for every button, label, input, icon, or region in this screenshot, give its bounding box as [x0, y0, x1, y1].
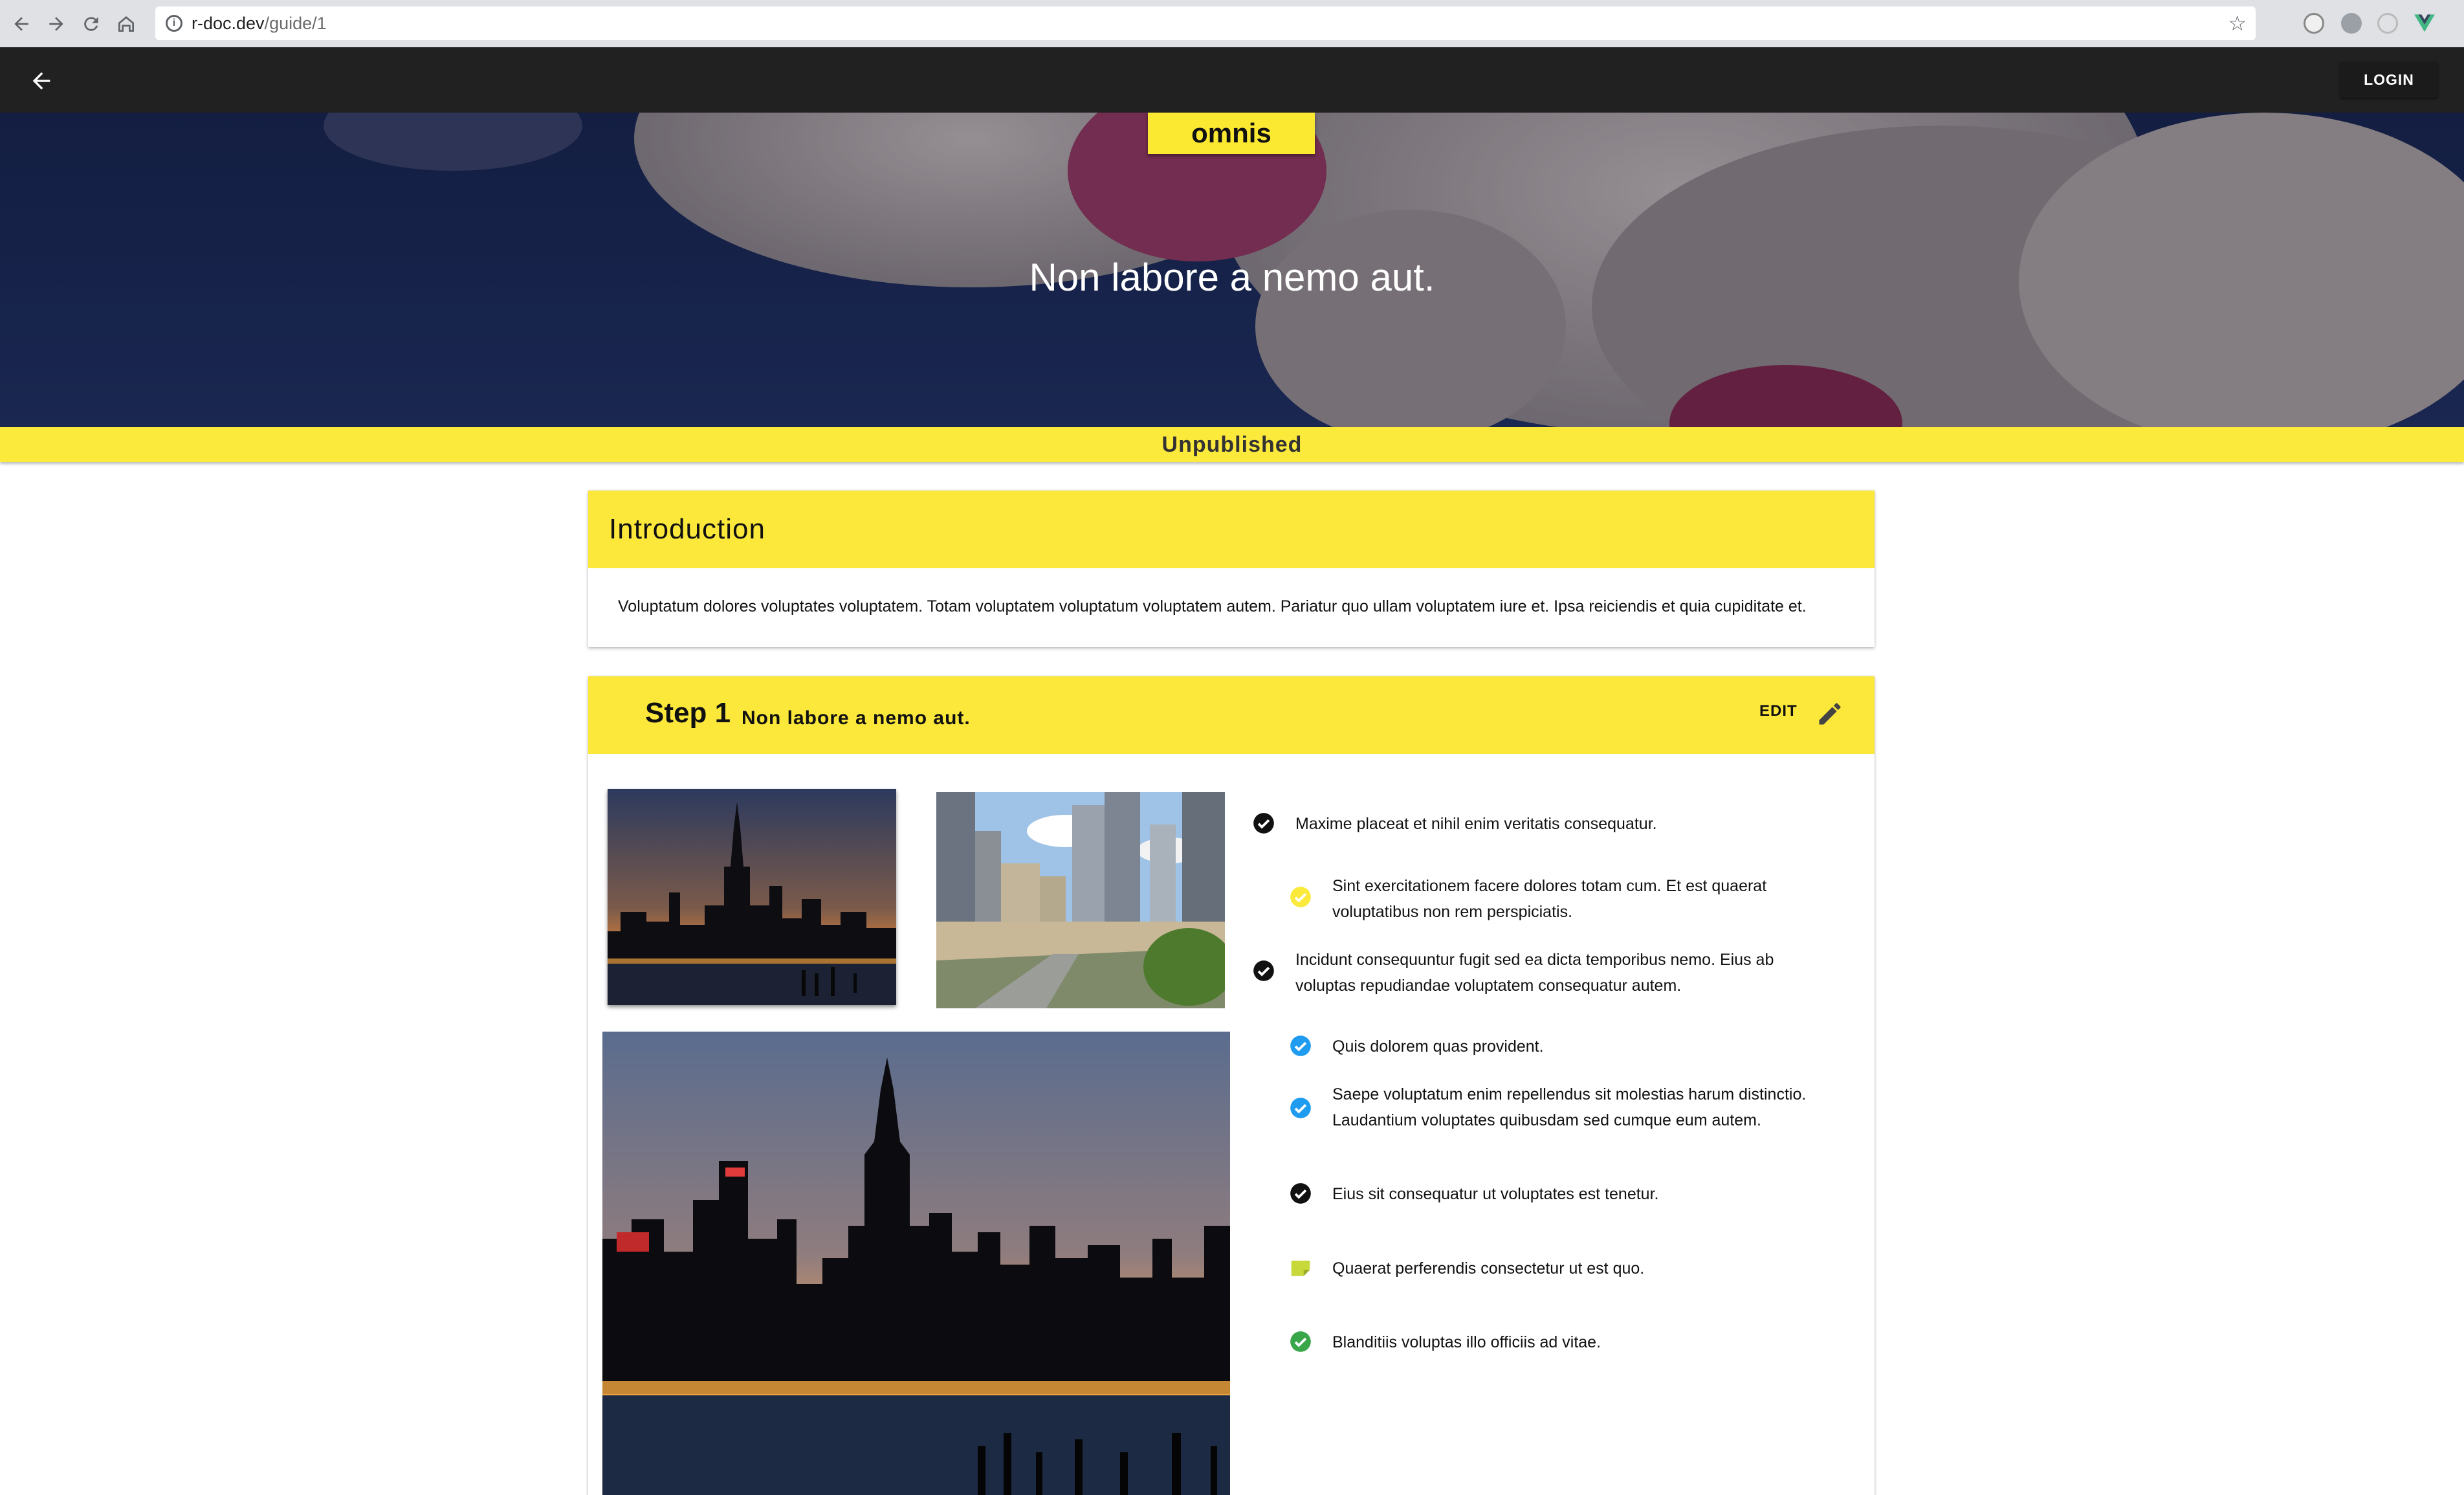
- check-circle-icon: [1290, 1183, 1311, 1204]
- browser-reload-icon[interactable]: [78, 10, 105, 38]
- step-card: Step 1 Non labore a nemo aut. EDIT Maxim…: [588, 676, 1875, 1495]
- list-item-text: Sint exercitationem facere dolores totam…: [1332, 877, 1767, 921]
- step-image-day-city[interactable]: [936, 792, 1225, 1008]
- extension-icon[interactable]: [2304, 13, 2324, 34]
- pencil-icon[interactable]: [1816, 700, 1844, 728]
- check-circle-icon: [1290, 1035, 1311, 1056]
- address-bar[interactable]: i r-doc.dev/guide/1 ☆: [155, 6, 2256, 40]
- list-item: Incidunt consequuntur fugit sed ea dicta…: [1251, 947, 1814, 999]
- list-item-text: Saepe voluptatum enim repellendus sit mo…: [1332, 1085, 1807, 1129]
- drive-extension-icon[interactable]: [2341, 13, 2362, 34]
- check-circle-icon: [1253, 960, 1274, 981]
- edit-button[interactable]: EDIT: [1759, 702, 1798, 720]
- introduction-header: Introduction: [588, 491, 1875, 568]
- list-item-text: Quaerat perferendis consectetur ut est q…: [1332, 1259, 1645, 1278]
- check-circle-icon: [1290, 887, 1311, 907]
- list-item-text: Eius sit consequatur ut voluptates est t…: [1332, 1185, 1659, 1203]
- list-item: Sint exercitationem facere dolores totam…: [1288, 873, 1819, 925]
- introduction-title: Introduction: [609, 513, 765, 545]
- list-item: Eius sit consequatur ut voluptates est t…: [1288, 1181, 1819, 1207]
- extension-icon[interactable]: [2377, 13, 2398, 34]
- browser-home-icon[interactable]: [113, 10, 140, 38]
- step-image-night-skyline[interactable]: [608, 789, 896, 1005]
- list-item-text: Maxime placeat et nihil enim veritatis c…: [1295, 815, 1657, 833]
- list-item: Quis dolorem quas provident.: [1288, 1034, 1819, 1059]
- list-item-text: Quis dolorem quas provident.: [1332, 1037, 1544, 1056]
- list-item-text: Blanditiis voluptas illo officiis ad vit…: [1332, 1333, 1601, 1351]
- back-arrow-icon[interactable]: [28, 68, 54, 94]
- list-item: Quaerat perferendis consectetur ut est q…: [1288, 1256, 1819, 1281]
- browser-toolbar: i r-doc.dev/guide/1 ☆: [0, 0, 2464, 47]
- introduction-text: Voluptatum dolores voluptates voluptatem…: [618, 597, 1807, 615]
- guide-title: Non labore a nemo aut.: [1029, 256, 1435, 299]
- list-item-text: Incidunt consequuntur fugit sed ea dicta…: [1295, 951, 1774, 995]
- introduction-card: Introduction Voluptatum dolores voluptat…: [588, 491, 1875, 647]
- list-item: Maxime placeat et nihil enim veritatis c…: [1251, 811, 1834, 837]
- note-icon: [1291, 1260, 1310, 1276]
- check-circle-icon: [1290, 1098, 1311, 1118]
- step-header: Step 1 Non labore a nemo aut. EDIT: [588, 676, 1875, 754]
- list-item: Blanditiis voluptas illo officiis ad vit…: [1288, 1329, 1819, 1355]
- vue-devtools-icon[interactable]: [2412, 10, 2437, 35]
- hero-banner: omnis Non labore a nemo aut.: [0, 113, 2464, 427]
- check-circle-icon: [1290, 1331, 1311, 1352]
- bookmark-star-icon[interactable]: ☆: [2228, 13, 2247, 34]
- step-number: Step 1: [645, 697, 731, 729]
- category-badge: omnis: [1148, 113, 1315, 154]
- list-item: Saepe voluptatum enim repellendus sit mo…: [1288, 1081, 1819, 1133]
- browser-forward-icon[interactable]: [43, 10, 70, 38]
- address-url: r-doc.dev/guide/1: [192, 13, 327, 33]
- site-info-icon[interactable]: i: [166, 15, 182, 32]
- step-image-skyline-large[interactable]: [602, 1032, 1230, 1495]
- step-title: Non labore a nemo aut.: [742, 707, 971, 729]
- check-circle-icon: [1253, 813, 1274, 834]
- publish-status-banner: Unpublished: [0, 427, 2464, 462]
- browser-back-icon[interactable]: [8, 10, 35, 38]
- login-button[interactable]: LOGIN: [2340, 61, 2438, 98]
- app-bar: LOGIN: [0, 47, 2464, 113]
